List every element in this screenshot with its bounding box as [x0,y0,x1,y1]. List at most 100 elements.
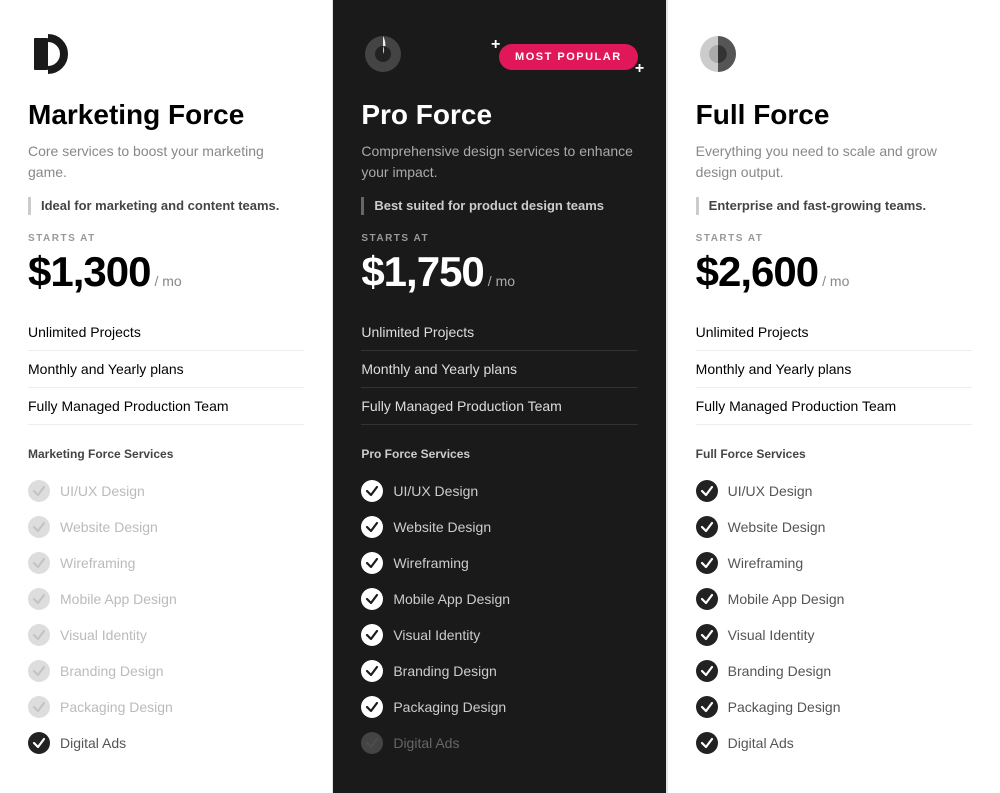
features-list: Unlimited ProjectsMonthly and Yearly pla… [696,314,972,425]
service-name: UI/UX Design [60,483,145,499]
service-name: Website Design [60,519,158,535]
plan-description: Everything you need to scale and grow de… [696,141,972,183]
service-item: UI/UX Design [361,473,637,509]
check-enabled-icon [696,588,718,610]
plan-logo [28,32,72,81]
service-item: Mobile App Design [696,581,972,617]
price-row: $1,300/ mo [28,248,304,296]
service-name: Website Design [393,519,491,535]
service-name: Packaging Design [728,699,841,715]
service-item: Digital Ads [696,725,972,761]
service-name: Mobile App Design [393,591,510,607]
service-name: Visual Identity [60,627,147,643]
service-name: Visual Identity [728,627,815,643]
check-enabled-icon [696,732,718,754]
service-item: UI/UX Design [28,473,304,509]
service-item: Mobile App Design [361,581,637,617]
plan-name: Full Force [696,99,972,131]
price-amount: $1,750 [361,248,483,296]
plan-name: Pro Force [361,99,637,131]
service-name: Mobile App Design [728,591,845,607]
service-item: Website Design [696,509,972,545]
service-item: Mobile App Design [28,581,304,617]
check-enabled-icon [696,480,718,502]
plan-tagline: Best suited for product design teams [361,197,637,215]
check-enabled-icon [696,516,718,538]
plan-logo [696,32,740,81]
feature-item: Fully Managed Production Team [361,388,637,425]
service-name: Digital Ads [60,735,126,751]
check-enabled-icon [361,552,383,574]
logo-area [28,32,304,81]
feature-item: Fully Managed Production Team [28,388,304,425]
service-item: Website Design [28,509,304,545]
service-name: Branding Design [60,663,164,679]
starts-at-label: STARTS AT [696,233,972,244]
plan-tagline: Ideal for marketing and content teams. [28,197,304,215]
services-label: Full Force Services [696,447,972,461]
service-name: Mobile App Design [60,591,177,607]
service-name: Website Design [728,519,826,535]
plan-description: Comprehensive design services to enhance… [361,141,637,183]
feature-item: Unlimited Projects [696,314,972,351]
price-period: / mo [488,273,515,289]
check-disabled-icon [28,480,50,502]
check-enabled-icon [28,732,50,754]
service-name: Wireframing [60,555,135,571]
service-item: Packaging Design [696,689,972,725]
most-popular-badge: MOST POPULAR [499,44,638,70]
price-period: / mo [154,273,181,289]
service-name: Digital Ads [393,735,459,751]
check-enabled-icon [361,696,383,718]
check-disabled-icon [28,696,50,718]
plan-tagline: Enterprise and fast-growing teams. [696,197,972,215]
check-disabled-icon [28,624,50,646]
feature-item: Monthly and Yearly plans [361,351,637,388]
feature-item: Fully Managed Production Team [696,388,972,425]
service-item: Wireframing [28,545,304,581]
check-enabled-icon [361,588,383,610]
service-name: UI/UX Design [393,483,478,499]
features-list: Unlimited ProjectsMonthly and Yearly pla… [361,314,637,425]
service-name: Wireframing [728,555,803,571]
check-enabled-icon [696,624,718,646]
service-item: Packaging Design [28,689,304,725]
service-item: UI/UX Design [696,473,972,509]
service-item: Wireframing [361,545,637,581]
price-amount: $1,300 [28,248,150,296]
plan-card-pro-force: MOST POPULAR Pro Force Comprehensive desig… [333,0,666,793]
service-name: Visual Identity [393,627,480,643]
plan-card-full-force: Full Force Everything you need to scale a… [667,0,1000,793]
plan-card-marketing-force: Marketing ForceCore services to boost yo… [0,0,333,793]
check-disabled-icon [28,516,50,538]
check-enabled-icon [696,552,718,574]
service-name: Packaging Design [60,699,173,715]
check-disabled-icon [28,660,50,682]
features-list: Unlimited ProjectsMonthly and Yearly pla… [28,314,304,425]
pricing-container: Marketing ForceCore services to boost yo… [0,0,1000,793]
check-enabled-icon [361,624,383,646]
service-item: Branding Design [28,653,304,689]
service-item: Digital Ads [28,725,304,761]
service-item: Wireframing [696,545,972,581]
service-item: Packaging Design [361,689,637,725]
service-item: Visual Identity [28,617,304,653]
check-enabled-icon [696,696,718,718]
price-row: $1,750 / mo [361,248,637,296]
feature-item: Monthly and Yearly plans [28,351,304,388]
service-item: Digital Ads [361,725,637,761]
feature-item: Monthly and Yearly plans [696,351,972,388]
services-label: Marketing Force Services [28,447,304,461]
check-disabled-icon [28,552,50,574]
check-enabled-icon [696,660,718,682]
service-item: Website Design [361,509,637,545]
service-name: Branding Design [393,663,497,679]
service-item: Visual Identity [361,617,637,653]
check-disabled-icon [361,732,383,754]
service-item: Branding Design [361,653,637,689]
services-label: Pro Force Services [361,447,637,461]
check-enabled-icon [361,516,383,538]
plan-description: Core services to boost your marketing ga… [28,141,304,183]
logo-area: MOST POPULAR [361,32,637,81]
service-name: UI/UX Design [728,483,813,499]
